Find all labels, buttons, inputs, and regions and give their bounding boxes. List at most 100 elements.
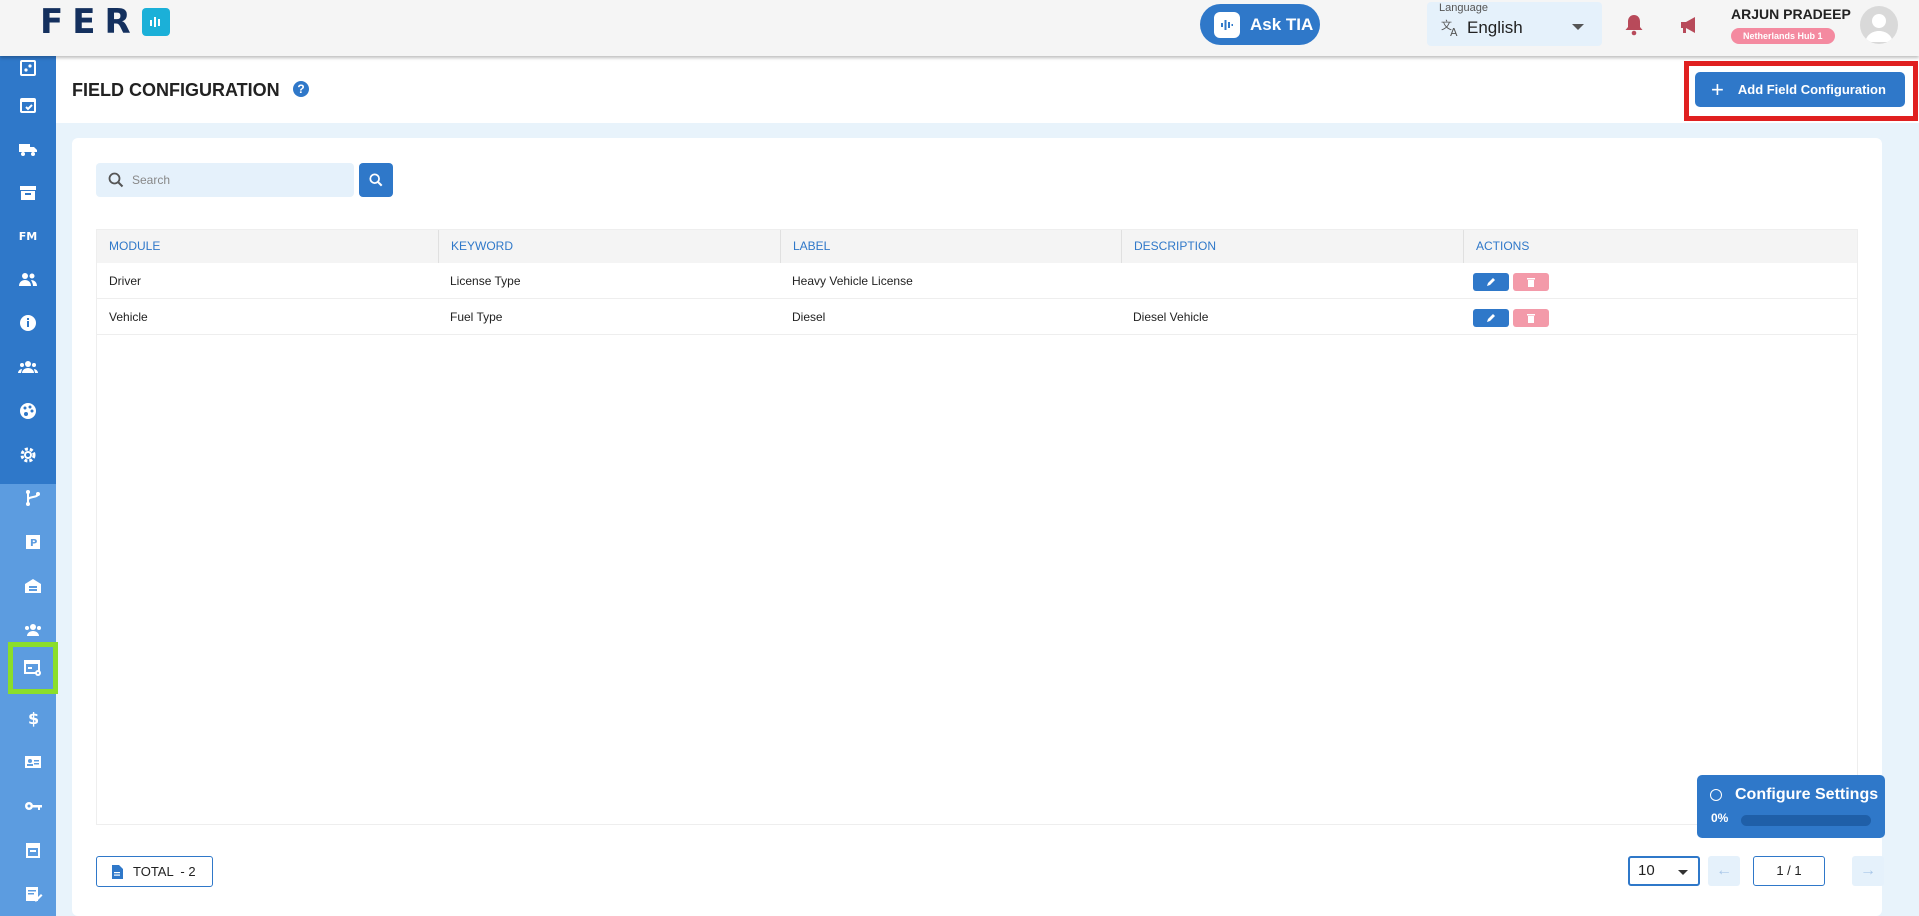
sidebar-item-palette[interactable] — [0, 391, 56, 431]
sidebar-item-settings[interactable] — [0, 435, 56, 475]
cell-description — [1121, 263, 1133, 299]
user-name[interactable]: ARJUN PRADEEP — [1731, 6, 1851, 22]
table-header: MODULE KEYWORD LABEL DESCRIPTION ACTIONS — [97, 230, 1857, 263]
fero-logo[interactable]: FER — [40, 2, 170, 42]
truck-icon — [19, 144, 37, 156]
translate-icon: 文A — [1441, 17, 1461, 42]
sidebar-item-id-cards[interactable] — [10, 742, 56, 782]
top-bar: FER Ask TIA Language 文A English ARJUN PR… — [0, 0, 1919, 56]
dollar-icon: $ — [28, 709, 39, 728]
language-select[interactable]: Language 文A English — [1427, 2, 1602, 46]
people-icon — [19, 273, 37, 286]
search-icon — [369, 173, 383, 187]
team-icon — [25, 624, 41, 636]
column-header-module[interactable]: MODULE — [97, 230, 438, 263]
column-header-keyword[interactable]: KEYWORD — [438, 230, 780, 263]
search-box — [96, 163, 354, 197]
sidebar-item-field-configuration[interactable] — [8, 642, 58, 694]
gear-icon — [20, 447, 36, 463]
cell-module: Vehicle — [109, 310, 148, 324]
sidebar-item-routes[interactable] — [10, 478, 56, 518]
ask-tia-label: Ask TIA — [1250, 14, 1314, 34]
pencil-icon — [1487, 278, 1495, 286]
delete-button[interactable] — [1513, 273, 1549, 291]
page-title: FIELD CONFIGURATION — [72, 80, 280, 100]
archive-icon — [20, 186, 36, 200]
info-icon — [20, 315, 36, 331]
arrow-left-icon: ← — [1716, 862, 1732, 879]
arrow-right-icon: → — [1860, 862, 1876, 879]
sidebar-item-trucks[interactable] — [0, 129, 56, 169]
sidebar-item-parking[interactable]: P — [10, 522, 56, 562]
search-input[interactable] — [132, 163, 347, 197]
logo-text: FER — [40, 2, 140, 42]
total-count-button[interactable]: TOTAL - 2 — [96, 856, 213, 887]
parking-icon: P — [26, 535, 40, 549]
sidebar-item-info[interactable] — [0, 303, 56, 343]
next-page-button[interactable]: → — [1852, 856, 1884, 886]
column-header-description[interactable]: DESCRIPTION — [1121, 230, 1463, 263]
help-icon[interactable]: ? — [293, 81, 309, 97]
cell-label: Diesel — [792, 310, 826, 324]
configure-progress-bar — [1741, 815, 1871, 826]
edit-button[interactable] — [1473, 309, 1509, 327]
page-size-select[interactable]: 10 — [1628, 856, 1700, 886]
svg-text:A: A — [1450, 26, 1458, 37]
note-edit-icon — [26, 887, 43, 902]
field-configuration-table: MODULE KEYWORD LABEL DESCRIPTION ACTIONS… — [96, 229, 1858, 825]
cell-keyword: License Type — [450, 274, 521, 288]
trash-icon — [1527, 278, 1535, 287]
sidebar-item-billing[interactable]: $ — [10, 698, 56, 738]
bell-icon[interactable] — [1623, 13, 1645, 42]
field-config-icon — [24, 660, 41, 676]
chevron-down-icon — [1572, 24, 1584, 30]
id-card-icon — [25, 756, 41, 768]
page-header: FIELD CONFIGURATION ? — [56, 56, 1919, 123]
svg-text:P: P — [30, 538, 37, 549]
dashboard-chart-icon — [20, 60, 36, 76]
key-icon — [25, 802, 42, 810]
caret-down-icon — [1678, 870, 1688, 875]
cell-module: Driver — [109, 274, 141, 288]
table-row[interactable]: Vehicle Fuel Type Diesel Diesel Vehicle — [97, 299, 1857, 335]
language-caption: Language — [1439, 2, 1488, 14]
group-icon — [18, 361, 38, 373]
warehouse-icon — [25, 579, 41, 593]
column-header-label[interactable]: LABEL — [780, 230, 1121, 263]
cell-description: Diesel Vehicle — [1133, 310, 1209, 324]
sidebar-item-calendar[interactable] — [0, 85, 56, 125]
configure-settings-title: Configure Settings — [1735, 786, 1879, 803]
sidebar-item-inbox[interactable] — [10, 830, 56, 870]
sidebar-item-people[interactable] — [0, 259, 56, 299]
configure-settings-widget[interactable]: Configure Settings 0% — [1697, 775, 1885, 838]
sidebar-item-warehouse[interactable] — [10, 566, 56, 606]
fm-text-icon: FM — [18, 229, 38, 243]
megaphone-icon[interactable] — [1678, 14, 1702, 41]
logo-mark-icon — [141, 8, 170, 36]
sidebar-item-groups[interactable] — [0, 347, 56, 387]
language-value: English — [1467, 18, 1523, 37]
calendar-icon — [20, 98, 36, 113]
user-hub-badge: Netherlands Hub 1 — [1731, 28, 1835, 44]
cell-keyword: Fuel Type — [450, 310, 503, 324]
configure-progress-text: 0% — [1711, 811, 1729, 825]
page-indicator[interactable]: 1 / 1 — [1753, 856, 1825, 886]
ask-tia-button[interactable]: Ask TIA — [1200, 4, 1320, 45]
page-size-value: 10 — [1638, 862, 1655, 879]
sidebar-item-archive[interactable] — [0, 173, 56, 213]
add-field-configuration-button[interactable]: + Add Field Configuration — [1695, 72, 1905, 107]
delete-button[interactable] — [1513, 309, 1549, 327]
previous-page-button[interactable]: ← — [1708, 856, 1740, 886]
avatar[interactable] — [1860, 6, 1898, 44]
circle-icon — [1710, 789, 1722, 801]
total-count-label: TOTAL - 2 — [133, 864, 196, 879]
search-button[interactable] — [359, 163, 393, 197]
add-field-configuration-label: Add Field Configuration — [1737, 82, 1886, 97]
search-icon — [108, 172, 124, 188]
table-row[interactable]: Driver License Type Heavy Vehicle Licens… — [97, 263, 1857, 299]
sidebar-item-keys[interactable] — [10, 786, 56, 826]
edit-button[interactable] — [1473, 273, 1509, 291]
column-header-actions: ACTIONS — [1463, 230, 1557, 263]
sidebar-item-fm[interactable]: FM — [0, 216, 56, 256]
sidebar-item-notes[interactable] — [10, 874, 56, 914]
